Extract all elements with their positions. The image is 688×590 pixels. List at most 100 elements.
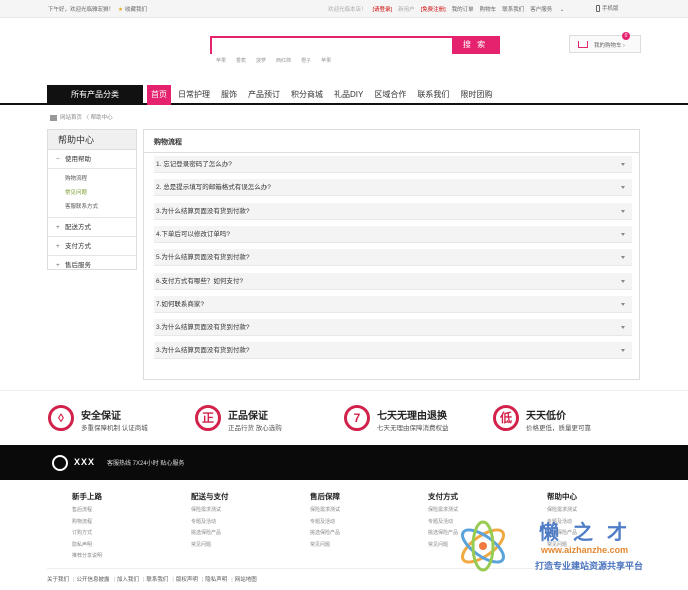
footer-link[interactable]: 常见问题 — [310, 541, 340, 553]
footer-link[interactable]: 专题及活动 — [428, 518, 458, 530]
caret-down-icon — [621, 163, 625, 166]
sidebar-group-aftersales[interactable]: + 售后服务 — [48, 256, 136, 275]
cart-icon — [578, 41, 588, 48]
login-link[interactable]: [请登录] — [373, 7, 393, 13]
breadcrumb-current: 帮助中心 — [90, 115, 113, 121]
sidebar-sub-purchase-flow[interactable]: 购物流程 — [48, 172, 136, 186]
footer-link[interactable]: 保险需求测试 — [310, 506, 340, 518]
footer-bottom-link[interactable]: 加入我们 — [117, 577, 139, 583]
nav-item-home[interactable]: 首页 — [147, 85, 171, 105]
faq-question-text: 7.如何联系商家? — [156, 300, 205, 308]
sidebar-group-label: 售后服务 — [65, 262, 91, 269]
favorite-link[interactable]: 收藏我们 — [125, 7, 147, 13]
footer-link[interactable]: 订购方式 — [72, 529, 102, 541]
nav-item-regional[interactable]: 区域合作 — [370, 85, 410, 105]
nav-item-daily-care[interactable]: 日常护理 — [174, 85, 214, 105]
faq-question-text: 2. 总是提示填写的邮箱格式有误怎么办? — [156, 184, 271, 192]
sidebar-sub-faq[interactable]: 常见问题 — [48, 186, 136, 200]
hot-keyword[interactable]: 西红柿 — [276, 58, 291, 64]
watermark-brand: 懒之才 — [539, 522, 641, 544]
expand-icon: + — [56, 262, 60, 269]
faq-question[interactable]: 3.为什么结算页面没有货到付款? — [154, 202, 632, 220]
cart-label: 我的购物车 › — [594, 41, 625, 49]
caret-down-icon — [621, 186, 625, 190]
mobile-link[interactable]: 手机版 — [596, 4, 619, 13]
nav-item-contact[interactable]: 联系我们 — [413, 85, 453, 105]
footer-link[interactable]: 保险需求测试 — [428, 506, 458, 518]
faq-question[interactable]: 2. 总是提示填写的邮箱格式有误怎么办? — [154, 179, 632, 197]
footer-link[interactable]: 购物流程 — [72, 518, 102, 530]
nav-item-preorder[interactable]: 产品预订 — [244, 85, 284, 105]
footer-link[interactable]: 保险需求测试 — [191, 506, 229, 518]
watermark-slogan: 打造专业建站资源共享平台 — [535, 561, 644, 571]
faq-question[interactable]: 1. 忘记登录密码了怎么办? — [154, 156, 632, 173]
my-orders-link[interactable]: 我的订单 — [452, 7, 474, 13]
footer-link[interactable]: 常见问题 — [428, 541, 458, 553]
hot-keyword[interactable]: 香蕉 — [236, 58, 246, 64]
top-cart-link[interactable]: 购物车 — [480, 7, 497, 13]
chevron-down-icon: ⌄ — [559, 7, 565, 13]
footer-column-title: 新手上路 — [72, 492, 102, 501]
guarantee-title: 七天无理由退换 — [377, 411, 447, 422]
star-icon: ★ — [118, 7, 123, 13]
footer-link[interactable]: 常见问题 — [191, 541, 229, 553]
hot-keyword[interactable]: 苹果 — [321, 58, 331, 64]
faq-question[interactable]: 3.为什么结算页面没有货到付款? — [154, 319, 632, 337]
sidebar-group-usage[interactable]: − 使用帮助 — [48, 150, 136, 169]
footer-link[interactable]: 专题及活动 — [191, 518, 229, 530]
nav-item-gift-diy[interactable]: 礼品DIY — [330, 85, 367, 105]
hot-keyword[interactable]: 苹果 — [216, 58, 226, 64]
hot-keyword[interactable]: 菠萝 — [256, 58, 266, 64]
nav-item-apparel[interactable]: 服饰 — [217, 85, 241, 105]
breadcrumb-home[interactable]: 网站首页 — [60, 115, 82, 121]
register-link[interactable]: [免费注册] — [421, 7, 446, 13]
sidebar-group-delivery[interactable]: + 配送方式 — [48, 218, 136, 237]
guarantee-desc: 正品行货 放心选购 — [228, 425, 282, 432]
search-input[interactable] — [212, 43, 452, 57]
separator: | — [201, 577, 204, 583]
footer-bottom-link[interactable]: 公开信息披露 — [76, 577, 109, 583]
search-box: 搜 索 — [210, 36, 500, 57]
guarantee-desc: 七天无理由保障消费权益 — [377, 425, 449, 432]
top-bar-left: 下午好，欢迎光临雅宏狮！ ★ 收藏我们 — [48, 5, 147, 13]
guarantee-desc: 价格更低，质量更可靠 — [526, 425, 591, 432]
cart-button[interactable]: 我的购物车 › 0 — [569, 32, 641, 53]
footer-bottom-link[interactable]: 关于我们 — [47, 577, 69, 583]
footer-bottom-link[interactable]: 联系我们 — [146, 577, 168, 583]
footer-link[interactable]: 售后流程 — [72, 506, 102, 518]
faq-question[interactable]: 3.为什么结算页面没有货到付款? — [154, 342, 632, 360]
footer-link[interactable]: 推荐分享说明 — [72, 552, 102, 564]
faq-question[interactable]: 5.为什么结算页面没有货到付款? — [154, 249, 632, 267]
all-categories-button[interactable]: 所有产品分类 — [47, 85, 143, 105]
sidebar-group-payment[interactable]: + 支付方式 — [48, 237, 136, 256]
low-price-icon: 低 — [493, 405, 519, 431]
caret-down-icon — [621, 349, 625, 353]
footer-bottom-link[interactable]: 隐私声明 — [205, 577, 227, 583]
nav-item-points-mall[interactable]: 积分商城 — [287, 85, 327, 105]
footer-column-title: 支付方式 — [428, 492, 458, 501]
expand-icon: + — [56, 243, 60, 250]
faq-question[interactable]: 7.如何联系商家? — [154, 295, 632, 313]
nav-item-flash-sale[interactable]: 限时团购 — [456, 85, 496, 105]
footer-column-title: 配送与支付 — [191, 492, 229, 501]
search-button[interactable]: 搜 索 — [452, 38, 498, 52]
faq-question[interactable]: 6.支付方式有哪些？如何支付? — [154, 272, 632, 290]
footer-link[interactable]: 挑选保险产品 — [310, 529, 340, 541]
faq-question[interactable]: 4.下单后可以修改订单吗? — [154, 225, 632, 243]
footer-link[interactable]: 挑选保险产品 — [191, 529, 229, 541]
separator: | — [142, 577, 145, 583]
footer-bottom-link[interactable]: 网站地图 — [235, 577, 257, 583]
contact-link[interactable]: 联系我们 — [502, 7, 524, 13]
faq-panel: 购物流程 1. 忘记登录密码了怎么办? 2. 总是提示填写的邮箱格式有误怎么办?… — [143, 129, 640, 380]
footer-bottom-link[interactable]: 版权声明 — [176, 577, 198, 583]
collapse-icon: − — [56, 156, 60, 163]
sidebar-sub-contact[interactable]: 客服联系方式 — [48, 200, 136, 214]
hotline-brand: XXX — [74, 457, 96, 467]
faq-question-text: 5.为什么结算页面没有货到付款? — [156, 254, 250, 262]
service-dropdown[interactable]: 客户服务 ⌄ — [530, 7, 570, 13]
footer-column-title: 帮助中心 — [547, 492, 577, 501]
footer-link[interactable]: 专题及活动 — [310, 518, 340, 530]
hot-keyword[interactable]: 橙子 — [301, 58, 311, 64]
footer-link[interactable]: 隐私声明 — [72, 541, 102, 553]
footer-link[interactable]: 挑选保险产品 — [428, 529, 458, 541]
